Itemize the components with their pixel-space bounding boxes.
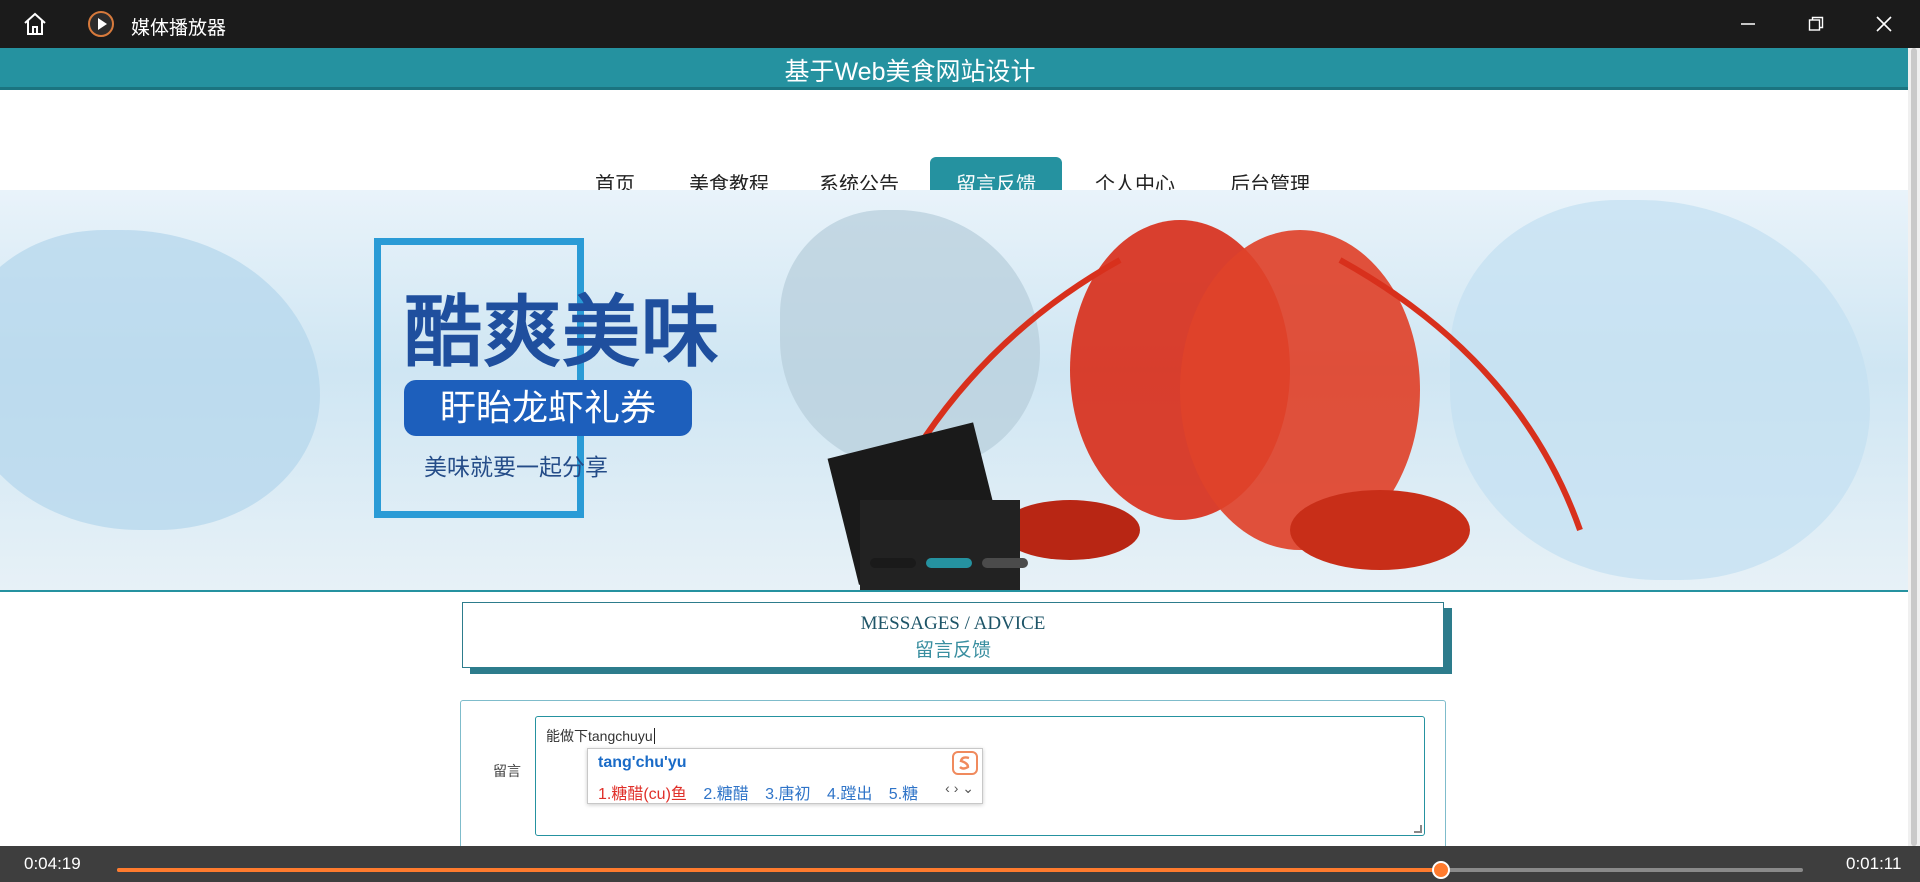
sogou-icon <box>952 751 978 775</box>
banner-tagline: 美味就要一起分享 <box>424 454 608 480</box>
restore-button[interactable] <box>1802 10 1830 38</box>
ime-candidate-window: tang'chu'yu 1.糖醋(cu)鱼 2.糖醋 3.唐初 4.蹚出 5.糖… <box>587 748 983 804</box>
scrollbar-thumb[interactable] <box>1911 48 1917 846</box>
ime-candidates: 1.糖醋(cu)鱼 2.糖醋 3.唐初 4.蹚出 5.糖 <box>598 780 930 804</box>
ime-candidate[interactable]: 3.唐初 <box>765 786 810 803</box>
minimize-button[interactable] <box>1734 10 1762 38</box>
site-title: 基于Web美食网站设计 <box>784 58 1036 86</box>
seek-bar[interactable] <box>117 861 1803 879</box>
section-title-zh: 留言反馈 <box>914 640 991 661</box>
video-frame: 基于Web美食网站设计 首页 美食教程 系统公告 留言反馈 个人中心 后台管理 … <box>0 48 1908 846</box>
home-icon[interactable] <box>22 12 48 36</box>
ime-pinyin: tang'chu'yu <box>598 754 687 771</box>
scrollbar[interactable] <box>1908 48 1920 846</box>
ime-candidate[interactable]: 4.蹚出 <box>827 786 872 803</box>
seek-handle[interactable] <box>1431 861 1450 879</box>
page-arrows-icon[interactable]: ‹ › ⌄ <box>945 780 974 797</box>
elapsed-time: 0:04:19 <box>24 854 81 873</box>
minimize-icon <box>1741 23 1755 25</box>
lobster-image <box>827 220 1583 590</box>
site-header: 基于Web美食网站设计 <box>0 48 1908 90</box>
carousel-dot-active[interactable] <box>926 558 972 568</box>
ime-candidate[interactable]: 2.糖醋 <box>703 786 748 803</box>
promo-banner[interactable]: 酷爽美味 盱眙龙虾礼券 美味就要一起分享 <box>0 190 1908 590</box>
message-text: 能做下tangchuyu <box>546 728 653 744</box>
message-label: 留言 <box>493 763 521 779</box>
ice-shape <box>0 230 320 530</box>
window-title: 媒体播放器 <box>131 18 227 39</box>
banner-headline: 酷爽美味 <box>404 288 721 376</box>
section-heading: MESSAGES / ADVICE 留言反馈 <box>462 602 1444 668</box>
title-bar: 媒体播放器 <box>0 0 1920 48</box>
section-title-en: MESSAGES / ADVICE <box>860 613 1046 634</box>
carousel-dot[interactable] <box>870 558 916 568</box>
remaining-time: 0:01:11 <box>1846 854 1902 873</box>
close-button[interactable] <box>1870 10 1898 38</box>
resize-handle[interactable] <box>1414 825 1422 833</box>
seek-progress <box>117 868 1441 872</box>
close-icon <box>1876 16 1892 32</box>
restore-icon <box>1808 16 1824 31</box>
divider <box>0 590 1908 592</box>
ime-candidate[interactable]: 5.糖 <box>889 786 918 803</box>
media-player-icon <box>88 11 114 37</box>
ime-candidate[interactable]: 1.糖醋(cu)鱼 <box>598 786 687 803</box>
text-caret <box>653 728 655 744</box>
banner-subhead: 盱眙龙虾礼券 <box>404 380 692 436</box>
player-controls: 0:04:19 0:01:11 <box>0 846 1920 882</box>
carousel-dot[interactable] <box>982 558 1028 568</box>
